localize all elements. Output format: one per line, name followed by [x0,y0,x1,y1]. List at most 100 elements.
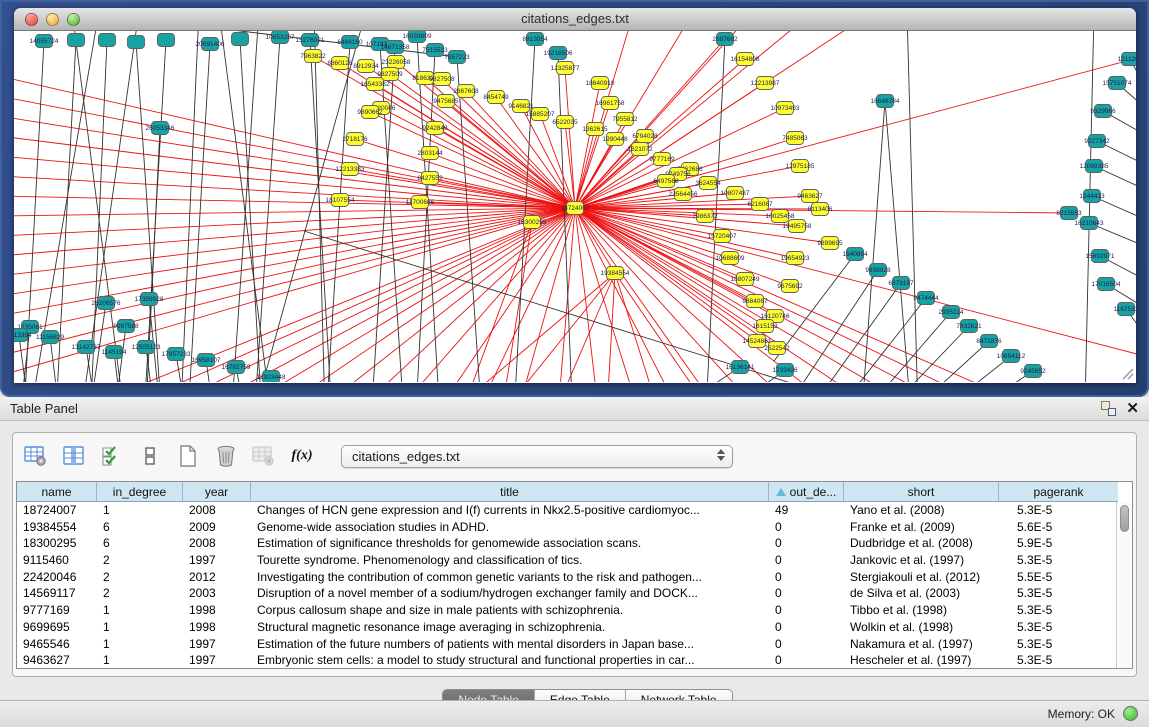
graph-node[interactable]: 20691406 [196,38,225,51]
graph-node[interactable]: 1733426 [772,364,798,377]
graph-edge[interactable] [14,208,575,336]
graph-node[interactable]: 7963822 [300,50,326,63]
graph-node[interactable]: 6879197 [888,277,914,290]
zoom-window-button[interactable] [67,13,80,26]
table-row[interactable]: 1456911722003Disruption of a novel membe… [17,585,1132,602]
column-header-in_degree[interactable]: in_degree [97,482,183,502]
graph-node[interactable]: 2718176 [342,133,368,146]
graph-node[interactable]: 9245852 [1020,365,1046,378]
column-header-title[interactable]: title [251,482,769,502]
graph-node[interactable]: 23226058 [382,56,411,69]
table-row[interactable]: 2242004622012Investigating the contribut… [17,569,1132,586]
graph-node[interactable]: 16154808 [731,53,760,66]
column-header-short[interactable]: short [844,482,999,502]
graph-node[interactable]: 10688609 [716,252,745,265]
graph-node[interactable]: 16648784 [871,95,900,108]
close-panel-icon[interactable]: ✕ [1126,401,1139,416]
table-row[interactable]: 946554611997Estimation of the future num… [17,636,1132,653]
scrollbar-thumb[interactable] [1120,505,1129,532]
float-panel-icon[interactable] [1101,401,1116,416]
graph-node[interactable]: 7485063 [782,132,808,145]
graph-node[interactable]: 17957233 [162,348,191,361]
graph-node[interactable]: 1362615 [582,123,608,136]
graph-node[interactable]: 19384554 [601,267,630,280]
graph-node[interactable]: 7986372 [692,210,718,223]
graph-node[interactable]: 26053346 [146,122,175,135]
graph-node[interactable]: 9475685 [433,95,459,108]
graph-node[interactable]: 13142737 [72,341,101,354]
graph-node[interactable]: 16961758 [596,97,625,110]
graph-node[interactable] [99,34,116,47]
graph-node[interactable]: 12213987 [751,77,780,90]
graph-edge[interactable] [375,84,575,208]
graph-edge[interactable] [831,312,951,382]
graph-node[interactable]: 16958107 [192,354,221,367]
graph-node[interactable]: 7955812 [612,113,638,126]
graph-node[interactable] [232,33,249,46]
vertical-scrollbar[interactable] [1116,502,1132,669]
graph-edge[interactable] [913,371,1033,382]
resize-grip[interactable] [1120,366,1134,380]
column-header-pagerank[interactable]: pagerank [999,482,1118,502]
graph-node[interactable]: 14055724 [30,35,59,48]
graph-node[interactable]: 12325877 [551,62,580,75]
table-row[interactable]: 1872400712008Changes of HCN gene express… [17,502,1132,519]
graph-node[interactable]: 12975185 [786,160,815,173]
graph-node[interactable]: 12923448 [257,371,286,383]
graph-node[interactable]: 8215953 [1056,207,1082,220]
graph-node[interactable]: 7857223 [444,51,470,64]
graph-edge[interactable] [1084,31,1094,382]
graph-edge[interactable] [14,96,575,208]
graph-node[interactable]: 7832621 [956,320,982,333]
graph-edge[interactable] [534,273,615,382]
column-header-year[interactable]: year [183,482,251,502]
function-builder-button[interactable]: f(x) [289,443,315,469]
graph-node[interactable]: 9463627 [797,190,823,203]
graph-edge[interactable] [885,101,914,382]
graph-edge[interactable] [504,208,575,382]
graph-edge[interactable] [304,208,575,382]
graph-node[interactable]: 9938928 [865,264,891,277]
table-selector-dropdown[interactable]: citations_edges.txt [341,445,733,468]
graph-edge[interactable] [464,273,615,382]
graph-node[interactable]: 6466160 [337,36,363,49]
select-mode-button[interactable] [99,443,125,469]
graph-edge[interactable] [907,31,919,382]
graph-node[interactable]: 8471876 [976,335,1002,348]
graph-node[interactable]: 1244413 [1079,190,1105,203]
graph-edge[interactable] [430,153,575,208]
graph-edge[interactable] [781,283,901,382]
graph-node[interactable]: 9675692 [777,280,803,293]
graph-edge[interactable] [859,101,885,382]
column-header-name[interactable]: name [17,482,97,502]
graph-node[interactable]: 11700686 [406,196,435,209]
graph-node[interactable]: 18640910 [586,77,615,90]
graph-node[interactable]: 10654112 [997,350,1026,363]
graph-node[interactable]: 8912934 [353,60,379,73]
table-row[interactable]: 946362711997Embryonic stem cells: a mode… [17,652,1132,669]
new-file-button[interactable] [175,443,201,469]
graph-node[interactable]: 15720407 [708,230,737,243]
graph-node[interactable]: 2935114 [939,306,964,319]
close-window-button[interactable] [25,13,38,26]
graph-node[interactable]: 1211206 [1118,53,1136,66]
graph-node[interactable]: 17016504 [1092,278,1121,291]
graph-node[interactable]: 16033809 [403,31,432,43]
graph-node[interactable]: 1990448 [602,133,628,146]
graph-node[interactable]: 8454749 [483,91,509,104]
graph-node[interactable]: 8813054 [522,33,548,46]
network-canvas[interactable]: 7963822886012889129342322605898275091654… [14,31,1136,382]
graph-node[interactable]: 9474444 [913,292,939,305]
graph-edge[interactable] [14,116,575,208]
graph-node[interactable]: 1167533 [1114,303,1136,316]
delete-button[interactable] [213,443,239,469]
graph-node[interactable]: 10807487 [721,187,750,200]
graph-node[interactable]: 10653287 [266,31,295,44]
graph-node[interactable] [128,36,145,49]
graph-node[interactable]: 9899695 [817,237,843,250]
table-settings-button[interactable] [23,443,49,469]
graph-node[interactable]: 2867608 [453,85,479,98]
graph-node[interactable]: 16136141 [726,361,755,374]
graph-edge[interactable] [179,31,199,382]
graph-node[interactable]: 15751074 [1103,77,1132,90]
